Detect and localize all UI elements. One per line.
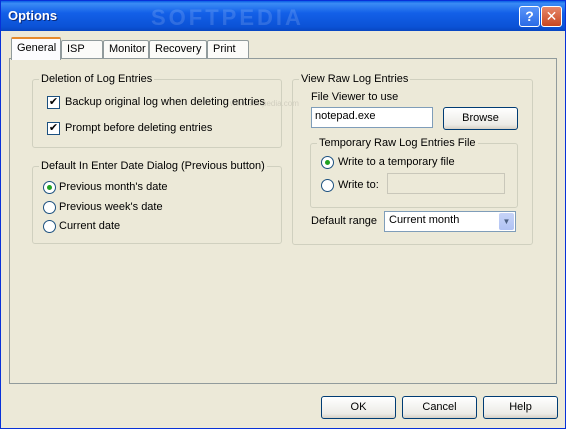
tab-monitor[interactable]: Monitor <box>103 40 149 59</box>
current-date-label: Current date <box>59 220 121 232</box>
deletion-legend: Deletion of Log Entries <box>39 73 155 85</box>
options-window: Options SOFTPEDIA ? ✕ General ISP Monito… <box>0 0 566 429</box>
tab-isp[interactable]: ISP <box>61 40 103 59</box>
backup-label: Backup original log when deleting entrie… <box>65 96 265 108</box>
close-button[interactable]: ✕ <box>541 6 562 27</box>
file-viewer-label: File Viewer to use <box>311 91 399 103</box>
cancel-button[interactable]: Cancel <box>402 396 477 419</box>
previous-week-label: Previous week's date <box>59 201 163 213</box>
backup-checkbox[interactable]: ✔ <box>47 96 60 109</box>
prompt-checkbox[interactable]: ✔ <box>47 122 60 135</box>
check-icon: ✔ <box>48 96 59 108</box>
current-date-radio[interactable] <box>43 220 56 233</box>
browse-button[interactable]: Browse <box>443 107 518 130</box>
tab-print[interactable]: Print <box>207 40 249 59</box>
write-to-label: Write to: <box>338 179 379 191</box>
prompt-label: Prompt before deleting entries <box>65 122 213 134</box>
window-title: Options <box>8 8 58 23</box>
temp-file-group: Temporary Raw Log Entries File Write to … <box>310 137 518 208</box>
default-range-select[interactable]: Current month ▼ <box>384 211 516 232</box>
previous-month-label: Previous month's date <box>59 181 168 193</box>
temp-file-label: Write to a temporary file <box>338 156 455 168</box>
title-bar[interactable]: Options SOFTPEDIA ? ✕ <box>1 1 565 31</box>
default-range-label: Default range <box>311 215 378 227</box>
raw-log-legend: View Raw Log Entries <box>299 73 411 85</box>
tab-label: Print <box>213 43 236 55</box>
tab-label: Monitor <box>109 43 146 55</box>
general-tab-panel: www.softpedia.com Deletion of Log Entrie… <box>9 58 557 384</box>
default-range-value: Current month <box>389 214 460 226</box>
tab-recovery[interactable]: Recovery <box>149 40 207 59</box>
tab-label: ISP <box>67 43 85 55</box>
file-viewer-input[interactable]: notepad.exe <box>311 107 433 128</box>
help-button[interactable]: Help <box>483 396 558 419</box>
watermark: SOFTPEDIA <box>151 5 304 30</box>
previous-month-radio[interactable] <box>43 181 56 194</box>
date-dialog-group: Default In Enter Date Dialog (Previous b… <box>32 160 282 244</box>
deletion-group: Deletion of Log Entries ✔ Backup origina… <box>32 73 282 148</box>
close-icon: ✕ <box>545 8 558 24</box>
write-to-radio[interactable] <box>321 179 334 192</box>
chevron-down-icon[interactable]: ▼ <box>499 213 514 230</box>
temp-file-radio[interactable] <box>321 156 334 169</box>
tab-label: Recovery <box>155 43 202 55</box>
tab-general[interactable]: General <box>11 37 61 60</box>
temp-file-legend: Temporary Raw Log Entries File <box>317 137 478 149</box>
check-icon: ✔ <box>48 122 59 134</box>
date-dialog-legend: Default In Enter Date Dialog (Previous b… <box>39 160 267 172</box>
ok-button[interactable]: OK <box>321 396 396 419</box>
write-to-input[interactable] <box>387 173 505 194</box>
tab-label: General <box>17 42 57 54</box>
help-title-button[interactable]: ? <box>519 6 540 27</box>
raw-log-group: View Raw Log Entries File Viewer to use … <box>292 73 533 245</box>
previous-week-radio[interactable] <box>43 201 56 214</box>
question-icon: ? <box>525 8 534 24</box>
